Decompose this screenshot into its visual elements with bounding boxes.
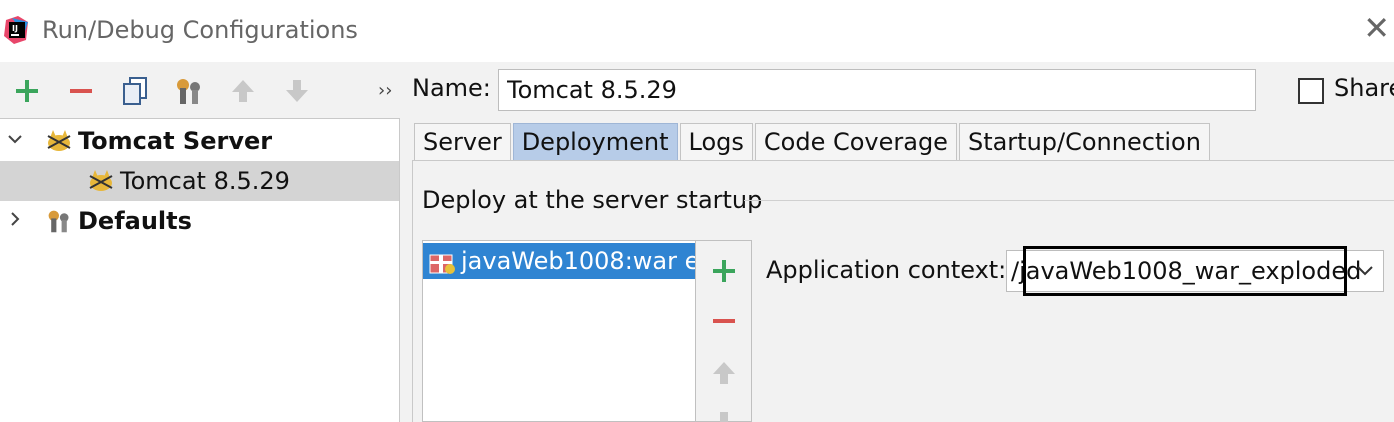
edit-defaults-button[interactable]	[172, 74, 206, 108]
artifact-icon	[429, 254, 455, 274]
section-divider	[744, 200, 1394, 201]
tab-deployment[interactable]: Deployment	[512, 123, 678, 160]
remove-artifact-button[interactable]	[708, 305, 740, 337]
close-icon[interactable]: ✕	[1363, 12, 1390, 44]
annotation-highlight	[1023, 246, 1347, 296]
add-artifact-button[interactable]	[708, 255, 740, 287]
tomcat-icon	[89, 170, 113, 191]
tree-item-label: Tomcat Server	[78, 127, 273, 155]
tab-logs[interactable]: Logs	[679, 123, 753, 160]
intellij-icon: IJ	[4, 16, 28, 44]
chevron-right-icon[interactable]	[6, 209, 24, 233]
remove-button[interactable]	[64, 74, 98, 108]
wrench-icon	[177, 79, 200, 104]
move-up-button[interactable]	[226, 74, 260, 108]
move-down-button[interactable]	[280, 74, 314, 108]
artifact-list[interactable]: javaWeb1008:war exploded	[422, 240, 696, 422]
tab-server[interactable]: Server	[414, 123, 511, 160]
name-label: Name:	[412, 74, 491, 102]
section-title: Deploy at the server startup	[422, 186, 763, 214]
window-title: Run/Debug Configurations	[42, 16, 358, 44]
share-checkbox[interactable]	[1298, 78, 1324, 104]
artifact-label: javaWeb1008:war exploded	[461, 247, 695, 275]
remove-icon	[70, 89, 92, 93]
add-icon	[16, 80, 38, 102]
tree-item-tomcat-8-5-29[interactable]: Tomcat 8.5.29	[0, 161, 399, 201]
arrow-up-icon	[232, 80, 254, 102]
chevron-down-icon[interactable]	[6, 129, 24, 153]
config-tabs: Server Deployment Logs Code Coverage Sta…	[414, 123, 1212, 160]
config-toolbar	[0, 62, 400, 118]
wrench-icon	[48, 210, 69, 233]
tree-item-tomcat-server[interactable]: Tomcat Server	[0, 121, 399, 161]
share-label: Share	[1334, 74, 1394, 102]
tree-item-defaults[interactable]: Defaults	[0, 201, 399, 241]
artifact-toolbar	[696, 240, 752, 422]
copy-button[interactable]	[118, 74, 152, 108]
move-artifact-down-button[interactable]	[708, 407, 740, 422]
arrow-down-icon	[286, 80, 308, 102]
move-artifact-up-button[interactable]	[708, 357, 740, 389]
chevron-down-icon[interactable]	[1353, 259, 1377, 283]
arrow-down-icon	[713, 412, 735, 422]
config-tree: Tomcat Server Tomcat 8.5.29 Defaults	[0, 118, 400, 422]
remove-icon	[713, 319, 735, 323]
name-input[interactable]	[498, 69, 1256, 111]
add-button[interactable]	[10, 74, 44, 108]
tomcat-icon	[47, 130, 71, 151]
tab-startup-connection[interactable]: Startup/Connection	[958, 123, 1210, 160]
double-chevron-right-icon[interactable]: ››	[378, 80, 392, 101]
tab-code-coverage[interactable]: Code Coverage	[754, 123, 957, 160]
list-item[interactable]: javaWeb1008:war exploded	[423, 243, 695, 279]
tree-item-label: Tomcat 8.5.29	[120, 167, 290, 195]
copy-icon	[123, 77, 147, 105]
add-icon	[713, 260, 735, 282]
application-context-label: Application context:	[766, 256, 1007, 284]
arrow-up-icon	[713, 362, 735, 384]
svg-text:IJ: IJ	[12, 24, 18, 33]
title-bar: IJ Run/Debug Configurations ✕	[0, 0, 1394, 62]
tree-item-label: Defaults	[78, 207, 192, 235]
